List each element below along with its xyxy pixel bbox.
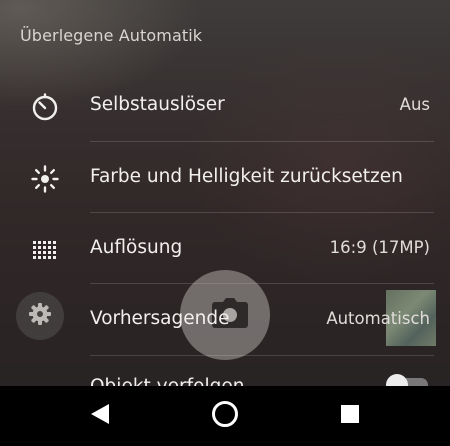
setting-self-timer[interactable]: Selbstauslöser Aus: [0, 70, 450, 141]
back-triangle-icon: [89, 402, 111, 430]
setting-label: Auflösung: [90, 237, 183, 258]
section-header: Überlegene Automatik: [20, 26, 203, 45]
setting-value: Aus: [399, 95, 430, 114]
setting-value: Automatisch: [326, 309, 430, 328]
recents-square-icon: [340, 404, 360, 428]
nav-back-button[interactable]: [70, 386, 130, 446]
setting-predictive[interactable]: Vorhersagende Automatisch: [0, 284, 450, 355]
setting-label: Selbstauslöser: [90, 94, 225, 115]
home-circle-icon: [211, 400, 239, 432]
navigation-bar: [0, 386, 450, 446]
setting-reset-color-brightness[interactable]: Farbe und Helligkeit zurücksetzen: [0, 142, 450, 213]
setting-label: Vorhersagende: [90, 308, 230, 329]
setting-value: 16:9 (17MP): [329, 238, 430, 257]
setting-label: Farbe und Helligkeit zurücksetzen: [90, 166, 403, 187]
nav-recents-button[interactable]: [320, 386, 380, 446]
resolution-grid-icon: [30, 235, 60, 265]
brightness-icon: [30, 164, 60, 194]
nav-home-button[interactable]: [195, 386, 255, 446]
divider: [90, 355, 434, 356]
timer-icon: [30, 92, 60, 122]
